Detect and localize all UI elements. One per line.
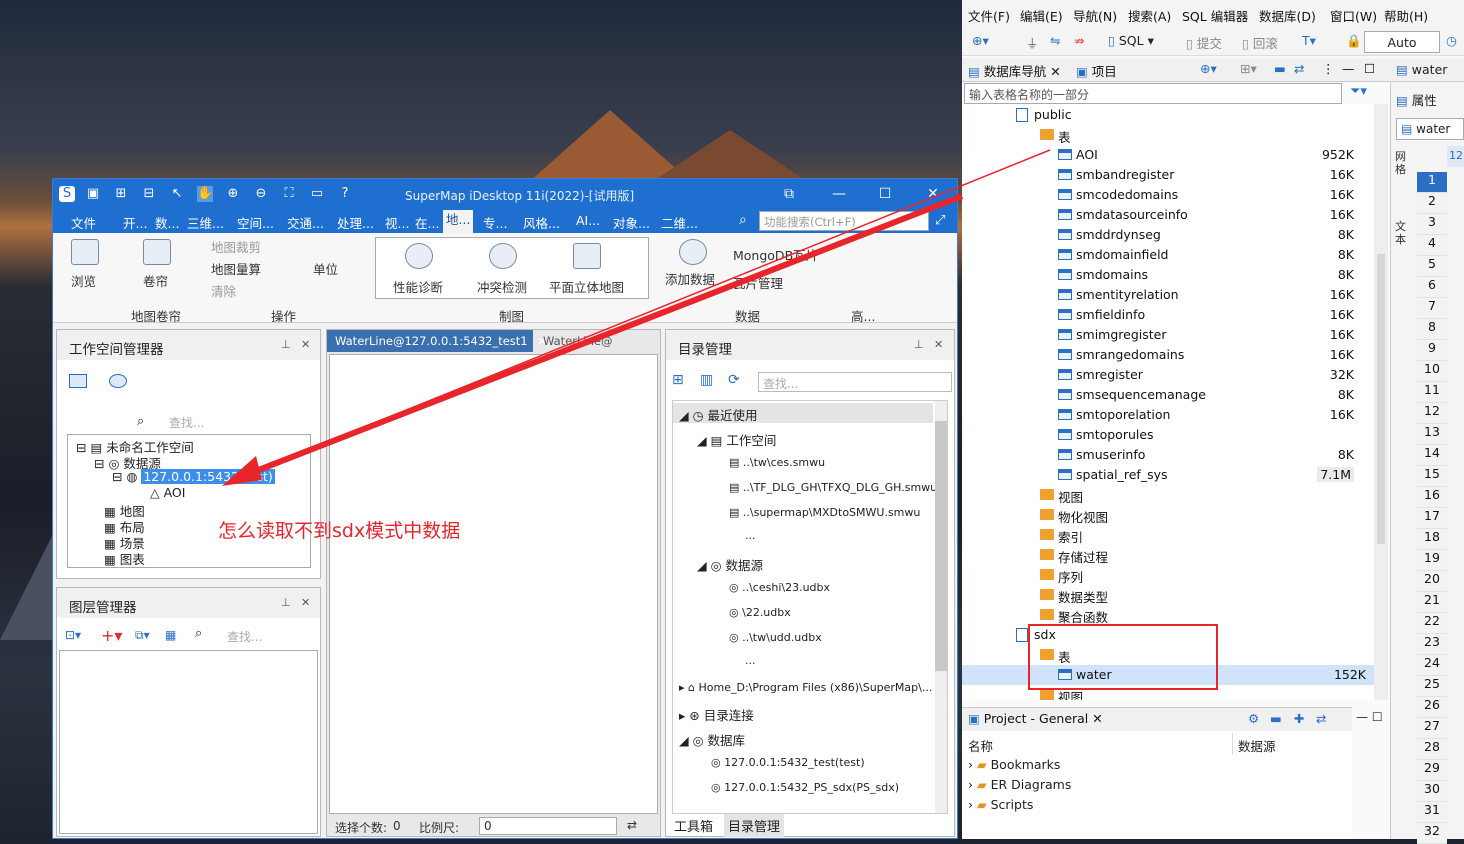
arrow-head — [222, 456, 262, 486]
annotation-arrow — [222, 149, 1051, 486]
arrow-line-bold — [236, 193, 964, 481]
annotation-text: 怎么读取不到sdx模式中数据 — [218, 520, 461, 542]
